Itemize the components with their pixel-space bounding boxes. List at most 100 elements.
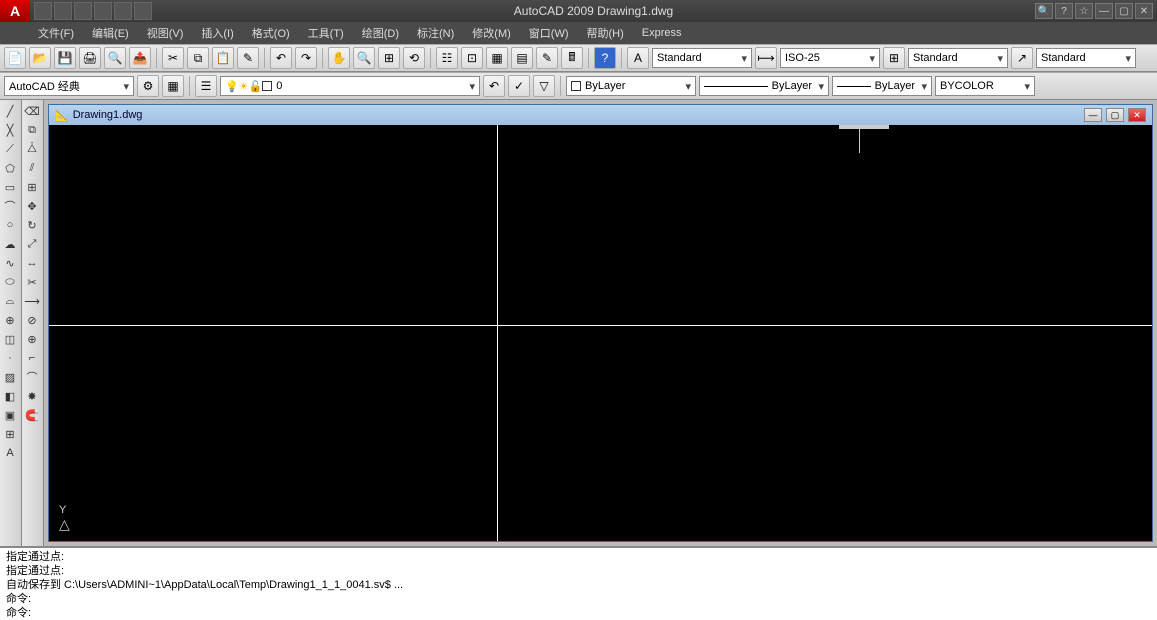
line-icon[interactable]: ╱ <box>0 102 20 120</box>
properties-icon[interactable]: ☷ <box>436 47 458 69</box>
point-icon[interactable]: · <box>0 349 20 367</box>
menu-draw[interactable]: 绘图(D) <box>354 23 407 43</box>
menu-file[interactable]: 文件(F) <box>30 23 82 43</box>
plot-icon[interactable]: 🖨 <box>79 47 101 69</box>
menu-format[interactable]: 格式(O) <box>244 23 298 43</box>
help-icon[interactable]: ? <box>1055 3 1073 19</box>
rectangle-icon[interactable]: ▭ <box>0 178 20 196</box>
preview-icon[interactable]: 🔍 <box>104 47 126 69</box>
table-style-icon[interactable]: ⊞ <box>883 47 905 69</box>
markup-icon[interactable]: ✎ <box>536 47 558 69</box>
polygon-icon[interactable]: ⬠ <box>0 159 20 177</box>
dim-style-icon[interactable]: ⟼ <box>755 47 777 69</box>
minimize-button[interactable]: — <box>1095 3 1113 19</box>
xline-icon[interactable]: ╳ <box>0 121 20 139</box>
paste-icon[interactable]: 📋 <box>212 47 234 69</box>
trim-icon[interactable]: ✂ <box>22 273 42 291</box>
arc-icon[interactable]: ⌒ <box>0 197 20 215</box>
break-icon[interactable]: ⊘ <box>22 311 42 329</box>
workspace-dropdown[interactable]: AutoCAD 经典 <box>4 76 134 96</box>
cut-icon[interactable]: ✂ <box>162 47 184 69</box>
menu-help[interactable]: 帮助(H) <box>579 23 632 43</box>
table-icon[interactable]: ⊞ <box>0 425 20 443</box>
mtext-icon[interactable]: A <box>0 444 20 462</box>
revcloud-icon[interactable]: ☁ <box>0 235 20 253</box>
open-icon[interactable] <box>54 2 72 20</box>
scale-icon[interactable]: ⤢ <box>22 235 42 253</box>
calc-icon[interactable]: 🖩 <box>561 47 583 69</box>
mleader-style-icon[interactable]: ↗ <box>1011 47 1033 69</box>
save-icon[interactable] <box>74 2 92 20</box>
chamfer-icon[interactable]: ⌐ <box>22 349 42 367</box>
doc-minimize-button[interactable]: — <box>1084 108 1102 122</box>
layer-manager-icon[interactable]: ☰ <box>195 75 217 97</box>
redo-icon[interactable] <box>134 2 152 20</box>
menu-view[interactable]: 视图(V) <box>139 23 192 43</box>
color-dropdown[interactable]: ByLayer <box>566 76 696 96</box>
undo-icon[interactable] <box>114 2 132 20</box>
fillet-icon[interactable]: ⌒ <box>22 368 42 386</box>
array-icon[interactable]: ⊞ <box>22 178 42 196</box>
lineweight-dropdown[interactable]: ByLayer <box>699 76 829 96</box>
print-icon[interactable] <box>94 2 112 20</box>
pan-icon[interactable]: ✋ <box>328 47 350 69</box>
menu-express[interactable]: Express <box>634 25 690 41</box>
ellipse-arc-icon[interactable]: ⌓ <box>0 292 20 310</box>
close-button[interactable]: ✕ <box>1135 3 1153 19</box>
insert-block-icon[interactable]: ⊕ <box>0 311 20 329</box>
layer-state-icon[interactable]: ✓ <box>508 75 530 97</box>
star-icon[interactable]: ☆ <box>1075 3 1093 19</box>
spline-icon[interactable]: ∿ <box>0 254 20 272</box>
plotstyle-dropdown[interactable]: BYCOLOR <box>935 76 1035 96</box>
mirror-icon[interactable]: ⧊ <box>22 140 42 158</box>
layer-prev-icon[interactable]: ↶ <box>483 75 505 97</box>
magnet-icon[interactable]: 🧲 <box>22 406 42 424</box>
zoom-window-icon[interactable]: ⊞ <box>378 47 400 69</box>
copy-obj-icon[interactable]: ⧉ <box>22 121 42 139</box>
text-style-icon[interactable]: A <box>627 47 649 69</box>
command-window[interactable]: 指定通过点: 指定通过点: 自动保存到 C:\Users\ADMINI~1\Ap… <box>0 546 1157 620</box>
drawing-canvas[interactable]: Y △ <box>49 125 1152 541</box>
tool-palette-icon[interactable]: ▦ <box>486 47 508 69</box>
menu-dim[interactable]: 标注(N) <box>409 23 462 43</box>
workspace-settings-icon[interactable]: ⚙ <box>137 75 159 97</box>
maximize-button[interactable]: ▢ <box>1115 3 1133 19</box>
join-icon[interactable]: ⊕ <box>22 330 42 348</box>
make-block-icon[interactable]: ◫ <box>0 330 20 348</box>
extend-icon[interactable]: ⟶ <box>22 292 42 310</box>
redo-icon[interactable]: ↷ <box>295 47 317 69</box>
document-titlebar[interactable]: 📐 Drawing1.dwg — ▢ ✕ <box>49 105 1152 125</box>
copy-icon[interactable]: ⧉ <box>187 47 209 69</box>
open-file-icon[interactable]: 📂 <box>29 47 51 69</box>
match-icon[interactable]: ✎ <box>237 47 259 69</box>
publish-icon[interactable]: 📤 <box>129 47 151 69</box>
menu-insert[interactable]: 插入(I) <box>193 23 241 43</box>
table-style-dropdown[interactable]: Standard <box>908 48 1008 68</box>
undo-icon[interactable]: ↶ <box>270 47 292 69</box>
text-style-dropdown[interactable]: Standard <box>652 48 752 68</box>
offset-icon[interactable]: ⫽ <box>22 159 42 177</box>
region-icon[interactable]: ▣ <box>0 406 20 424</box>
doc-close-button[interactable]: ✕ <box>1128 108 1146 122</box>
mleader-style-dropdown[interactable]: Standard <box>1036 48 1136 68</box>
workspace-save-icon[interactable]: ▦ <box>162 75 184 97</box>
search-icon[interactable]: 🔍 <box>1035 3 1053 19</box>
zoom-prev-icon[interactable]: ⟲ <box>403 47 425 69</box>
help-icon[interactable]: ? <box>594 47 616 69</box>
gradient-icon[interactable]: ◧ <box>0 387 20 405</box>
hatch-icon[interactable]: ▨ <box>0 368 20 386</box>
sheet-set-icon[interactable]: ▤ <box>511 47 533 69</box>
doc-maximize-button[interactable]: ▢ <box>1106 108 1124 122</box>
dim-style-dropdown[interactable]: ISO-25 <box>780 48 880 68</box>
menu-edit[interactable]: 编辑(E) <box>84 23 137 43</box>
new-icon[interactable] <box>34 2 52 20</box>
stretch-icon[interactable]: ↔ <box>22 254 42 272</box>
polyline-icon[interactable]: ⟋ <box>0 140 20 158</box>
command-prompt[interactable]: 命令: <box>6 606 1151 620</box>
menu-window[interactable]: 窗口(W) <box>521 23 577 43</box>
menu-modify[interactable]: 修改(M) <box>464 23 519 43</box>
new-file-icon[interactable]: 📄 <box>4 47 26 69</box>
linetype-dropdown[interactable]: ByLayer <box>832 76 932 96</box>
circle-icon[interactable]: ○ <box>0 216 20 234</box>
zoom-icon[interactable]: 🔍 <box>353 47 375 69</box>
